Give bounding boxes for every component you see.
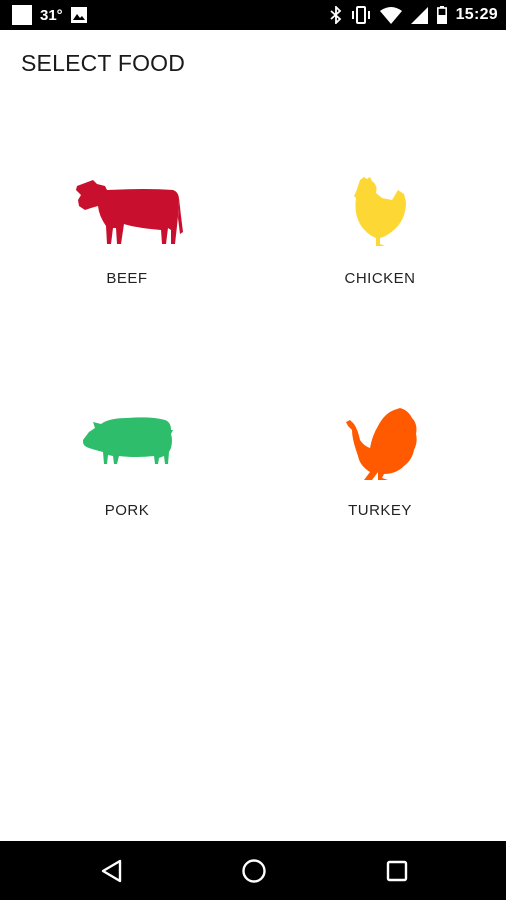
notification-square-icon bbox=[12, 5, 32, 25]
signal-icon bbox=[410, 6, 428, 24]
wifi-icon bbox=[379, 6, 402, 24]
home-icon bbox=[242, 859, 266, 883]
food-label-turkey: TURKEY bbox=[348, 502, 412, 519]
recents-icon bbox=[386, 860, 408, 882]
food-label-pork: PORK bbox=[104, 502, 150, 519]
recents-button[interactable] bbox=[379, 853, 415, 889]
food-item-turkey[interactable]: TURKEY bbox=[300, 400, 460, 550]
navigation-bar bbox=[0, 841, 506, 900]
food-item-beef[interactable]: BEEF bbox=[47, 168, 207, 318]
vibrate-icon bbox=[351, 6, 371, 24]
pig-icon bbox=[83, 417, 173, 464]
bluetooth-icon bbox=[329, 6, 342, 24]
turkey-icon bbox=[346, 408, 417, 480]
status-bar: 31° 15:29 bbox=[0, 0, 506, 30]
cow-icon bbox=[76, 180, 183, 244]
food-label-chicken: CHICKEN bbox=[344, 270, 416, 287]
back-button[interactable] bbox=[94, 853, 130, 889]
food-item-pork[interactable]: PORK bbox=[47, 400, 207, 550]
page-title: SELECT FOOD bbox=[21, 50, 186, 76]
back-icon bbox=[101, 859, 122, 883]
food-item-chicken[interactable]: CHICKEN bbox=[300, 168, 460, 318]
image-notification-icon bbox=[70, 7, 87, 23]
food-label-beef: BEEF bbox=[106, 270, 148, 287]
clock-text: 15:29 bbox=[455, 6, 498, 23]
battery-icon bbox=[436, 6, 447, 24]
temperature-text: 31° bbox=[40, 6, 63, 24]
home-button[interactable] bbox=[236, 853, 272, 889]
chicken-icon bbox=[354, 177, 406, 246]
